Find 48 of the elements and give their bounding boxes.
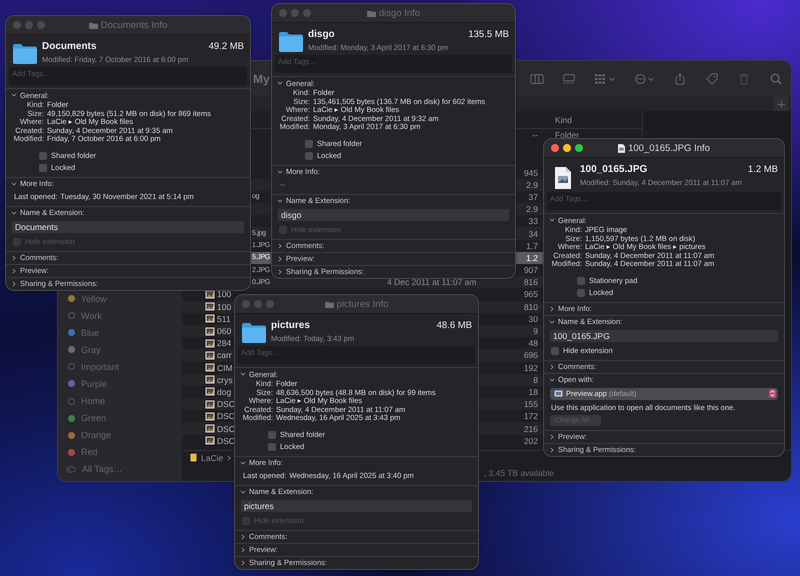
window-title: disgo Info xyxy=(378,8,420,18)
file-name: DSC xyxy=(217,424,235,434)
file-name: 100 xyxy=(217,302,232,312)
file-kind: Folder xyxy=(555,130,580,140)
file-size: 1.2 xyxy=(526,252,538,263)
file-name: Documents xyxy=(42,41,98,52)
file-size: 155 xyxy=(524,399,538,410)
window-title: My xyxy=(253,72,270,86)
file-name: dog xyxy=(217,386,232,397)
file-size: 48 xyxy=(528,338,538,348)
file-name: 100_0165.JPG xyxy=(580,164,648,175)
file-name: 060 xyxy=(217,326,232,336)
file-name: disgo xyxy=(308,29,336,40)
window-title: 100_0165.JPG Info xyxy=(628,142,710,154)
file-name: CIM xyxy=(217,362,233,373)
file-name: DSC xyxy=(217,399,235,410)
file-size: 49.2 MB xyxy=(208,41,244,52)
file-size: 816 xyxy=(524,277,538,288)
file-size: 8 xyxy=(533,374,538,385)
file-size: 135.5 MB xyxy=(468,29,509,40)
file-size: 18 xyxy=(528,386,538,397)
file-name: DSC xyxy=(217,411,235,422)
file-size: 9 xyxy=(533,326,538,336)
file-size: 2.9 xyxy=(526,204,538,214)
window-title: pictures Info xyxy=(336,298,388,310)
file-size: 810 xyxy=(524,302,538,312)
file-size: 172 xyxy=(524,411,538,422)
file-name: 100 xyxy=(217,289,232,300)
file-size: -- xyxy=(532,130,538,140)
file-name: crys xyxy=(217,374,233,385)
file-date: 4 Dec 2011 at 11:07 am xyxy=(387,277,476,288)
file-size: 1.2 MB xyxy=(748,164,778,175)
status-text: , 3.45 TB available xyxy=(484,468,554,478)
window-title: Documents Info xyxy=(100,20,168,30)
file-name: 511 xyxy=(217,314,231,324)
file-size: 192 xyxy=(524,362,538,373)
file-size: 2.9 xyxy=(526,180,538,190)
file-size: 965 xyxy=(524,289,538,300)
file-name: 284 xyxy=(217,338,232,348)
file-name: DSC xyxy=(217,436,235,446)
file-name: carr xyxy=(217,350,232,360)
file-size: 30 xyxy=(528,314,538,324)
file-size: 34 xyxy=(528,228,538,239)
file-size: 48.6 MB xyxy=(436,320,472,331)
file-name: pictures xyxy=(271,320,311,331)
file-size: 696 xyxy=(524,350,538,360)
file-size: 202 xyxy=(524,436,538,446)
file-size: 216 xyxy=(524,424,538,434)
